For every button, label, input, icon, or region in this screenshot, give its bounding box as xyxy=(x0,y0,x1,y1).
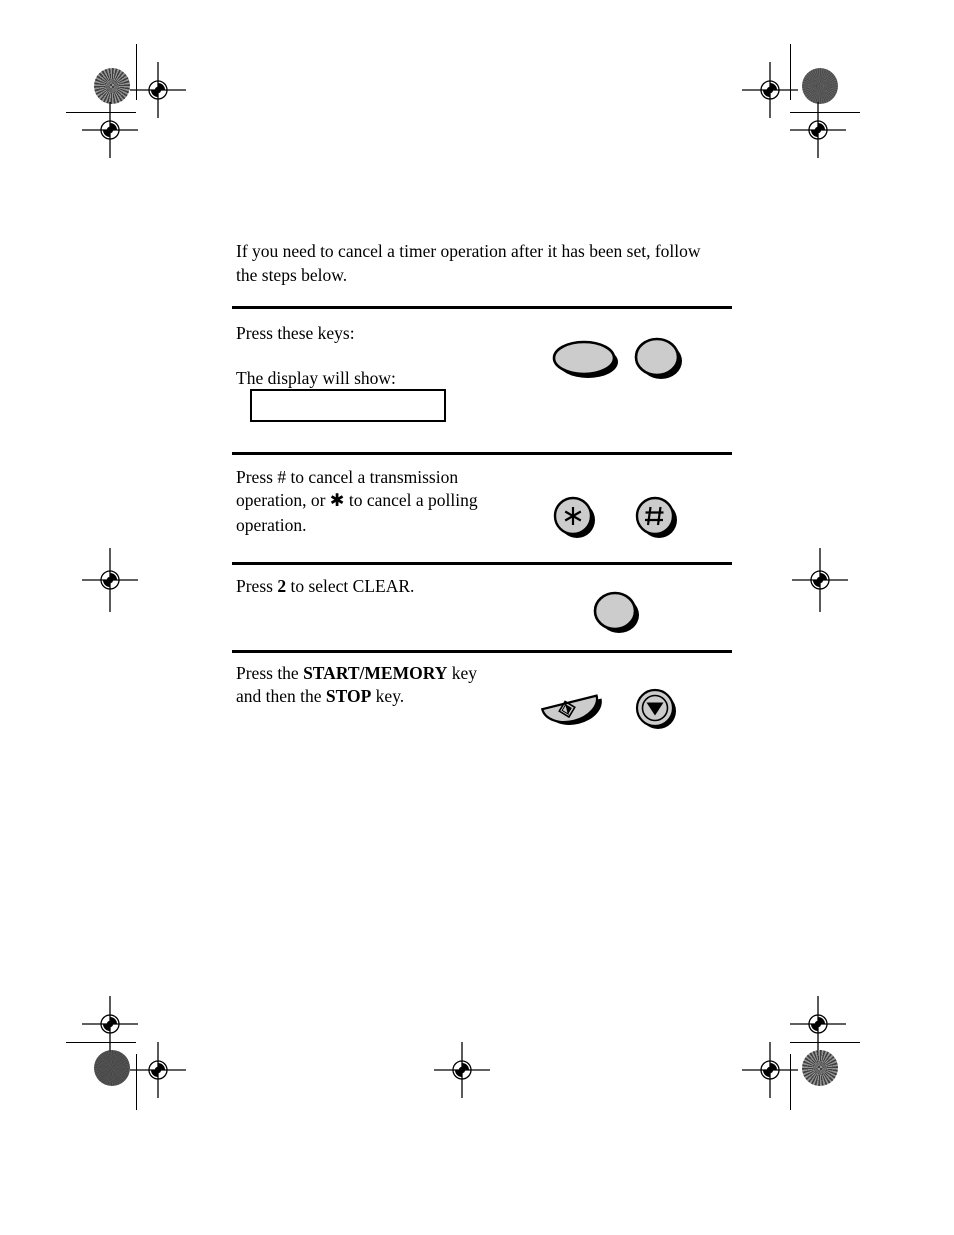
key-oval-blank-right[interactable] xyxy=(630,334,688,382)
key-oval-blank-left[interactable] xyxy=(550,337,622,381)
key-start-memory[interactable] xyxy=(534,680,618,736)
density-patch-bottom-left xyxy=(94,1050,130,1086)
registration-mark-bottom-right-outer xyxy=(742,1042,798,1098)
intro-paragraph: If you need to cancel a timer operation … xyxy=(236,241,701,285)
step-4-line-1: Press the START/MEMORY key xyxy=(236,662,536,685)
trim-line-top-right-vertical xyxy=(790,44,791,100)
step-1-line-2: The display will show: xyxy=(236,368,396,389)
step-3-line-1: Press 2 to select CLEAR. xyxy=(236,575,516,598)
lcd-display-box xyxy=(250,389,446,422)
step-3-key-number: 2 xyxy=(277,576,287,596)
registration-mark-top-right-outer xyxy=(790,102,846,158)
trim-line-top-left-vertical xyxy=(136,44,137,100)
document-page: If you need to cancel a timer operation … xyxy=(0,0,954,1235)
trim-line-top-left-horizontal xyxy=(66,112,136,113)
registration-mark-bottom-center xyxy=(434,1042,490,1098)
registration-mark-bottom-left-outer xyxy=(82,996,138,1052)
table-rule-after-step-3 xyxy=(232,650,732,653)
step-4-part-3: and then the xyxy=(236,686,326,707)
table-rule-top xyxy=(232,306,732,309)
key-star[interactable] xyxy=(548,494,608,542)
trim-line-bottom-right-horizontal xyxy=(790,1042,860,1043)
step-2-line-3: operation. xyxy=(236,514,307,535)
step-row-press-2-clear: Press 2 to select CLEAR. xyxy=(232,575,732,647)
step-1-spacer xyxy=(236,345,516,367)
step-2-line-2-part-2: to cancel a polling xyxy=(344,490,478,511)
step-2-line-2-part-1: operation, or xyxy=(236,490,330,511)
key-hash[interactable] xyxy=(630,494,690,542)
table-rule-after-step-2 xyxy=(232,562,732,565)
step-4-part-1: Press the xyxy=(236,663,304,683)
density-patch-top-right xyxy=(802,68,838,104)
trim-line-bottom-right-vertical xyxy=(790,1054,791,1110)
step-3-part-2: to select CLEAR. xyxy=(286,576,415,596)
step-4-key-stop: STOP xyxy=(325,686,372,707)
registration-mark-middle-right xyxy=(792,548,848,612)
step-2-line-2: operation, or ✱ to cancel a polling xyxy=(236,489,516,513)
step-1-line-1: Press these keys: xyxy=(236,323,355,343)
step-4-part-4: key. xyxy=(371,686,405,707)
registration-mark-top-left-outer xyxy=(82,102,138,158)
key-stop[interactable] xyxy=(630,684,690,734)
trim-line-bottom-left-vertical xyxy=(136,1054,137,1110)
step-row-press-start-then-stop: Press the START/MEMORY key and then the … xyxy=(232,662,732,762)
step-4-key-start-memory: START/MEMORY xyxy=(303,663,448,683)
registration-mark-middle-left xyxy=(82,548,138,612)
table-rule-after-step-1 xyxy=(232,452,732,455)
intro-section: If you need to cancel a timer operation … xyxy=(232,240,732,288)
step-row-press-hash-or-star: Press # to cancel a transmission operati… xyxy=(232,466,732,556)
density-patch-top-left xyxy=(94,68,130,104)
step-4-part-2: key xyxy=(447,663,478,683)
registration-mark-top-right-inner xyxy=(742,62,798,118)
step-3-part-1: Press xyxy=(236,576,278,596)
trim-line-bottom-left-horizontal xyxy=(66,1042,136,1043)
step-4-text: Press the START/MEMORY key and then the … xyxy=(236,662,536,709)
trim-line-top-right-horizontal xyxy=(790,112,860,113)
star-glyph-inline: ✱ xyxy=(329,491,345,512)
step-1-text: Press these keys: The display will show: xyxy=(236,322,516,391)
step-4-line-2: and then the STOP key. xyxy=(236,685,536,708)
step-3-text: Press 2 to select CLEAR. xyxy=(236,575,516,598)
step-row-press-keys: Press these keys: The display will show: xyxy=(232,322,732,444)
step-2-text: Press # to cancel a transmission operati… xyxy=(236,466,516,537)
density-patch-bottom-right xyxy=(802,1050,838,1086)
registration-mark-bottom-right-inner xyxy=(790,996,846,1052)
key-numeric-2[interactable] xyxy=(588,588,646,636)
step-2-line-1: Press # to cancel a transmission xyxy=(236,467,459,487)
